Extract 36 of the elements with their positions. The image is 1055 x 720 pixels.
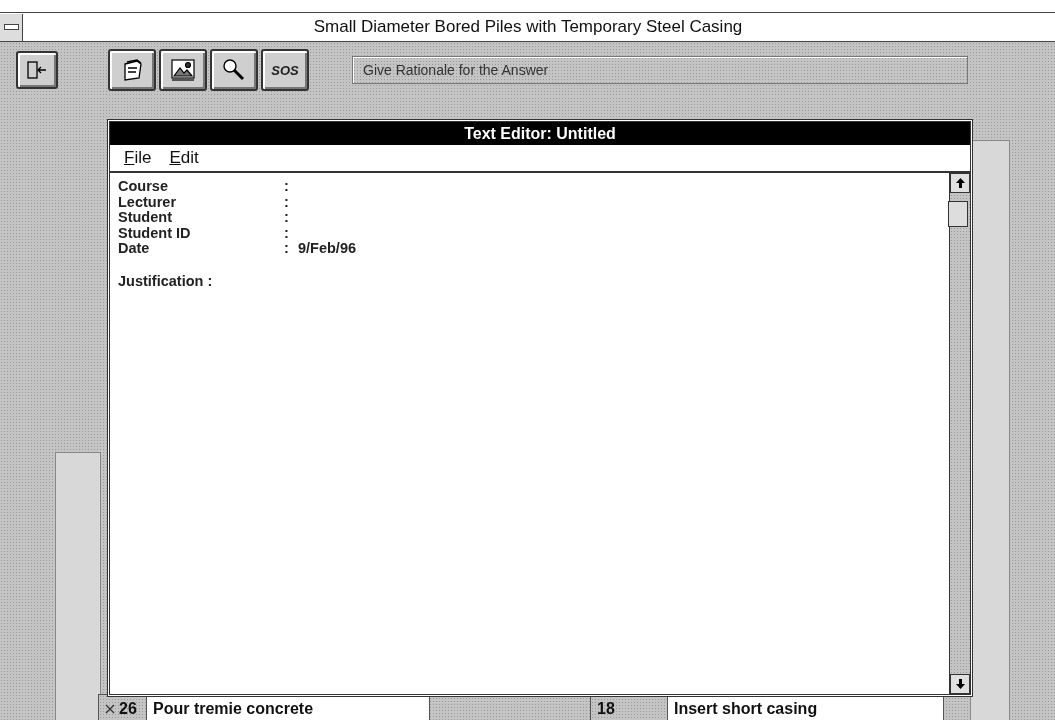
- scrollbar[interactable]: [949, 173, 970, 694]
- scroll-thumb[interactable]: [948, 201, 968, 227]
- field-value: 9/Feb/96: [298, 241, 358, 257]
- scroll-down-button[interactable]: [950, 674, 970, 694]
- sos-button[interactable]: SOS: [261, 49, 309, 91]
- notepad-button[interactable]: [108, 49, 156, 91]
- scroll-up-button[interactable]: [950, 173, 970, 193]
- step-label: Pour tremie concrete: [153, 700, 314, 718]
- field-label: Course: [118, 179, 169, 195]
- menu-item[interactable]: File: [122, 148, 154, 168]
- justification-label: Justification :: [118, 272, 213, 289]
- menu-item[interactable]: Edit: [167, 148, 201, 168]
- colon: :: [284, 194, 290, 210]
- exit-button[interactable]: [16, 51, 58, 89]
- field-label: Lecturer: [118, 194, 178, 210]
- picture-button[interactable]: [159, 49, 207, 91]
- window-title: Small Diameter Bored Piles with Temporary Steel Casing: [312, 17, 744, 37]
- step-label: Insert short casing: [674, 700, 818, 718]
- step-number: 18: [597, 700, 615, 718]
- picture-icon: [169, 57, 197, 83]
- field-label: Date: [118, 241, 151, 257]
- field-label: Student: [118, 210, 173, 226]
- colon: :: [284, 241, 290, 257]
- search-button[interactable]: [210, 49, 258, 91]
- step-number: 26: [119, 700, 137, 718]
- exit-icon: [26, 60, 48, 80]
- colon: :: [284, 210, 290, 226]
- system-menu-button[interactable]: [0, 13, 23, 41]
- up-arrow-icon: [955, 178, 965, 188]
- colon: :: [284, 179, 290, 195]
- window-title: Text Editor: Untitled: [110, 122, 970, 145]
- down-arrow-icon: [955, 679, 965, 689]
- field-label: Student ID: [118, 225, 192, 241]
- search-icon: [221, 58, 247, 82]
- colon: :: [284, 225, 290, 241]
- hint-field: Give Rationale for the Answer: [352, 56, 968, 84]
